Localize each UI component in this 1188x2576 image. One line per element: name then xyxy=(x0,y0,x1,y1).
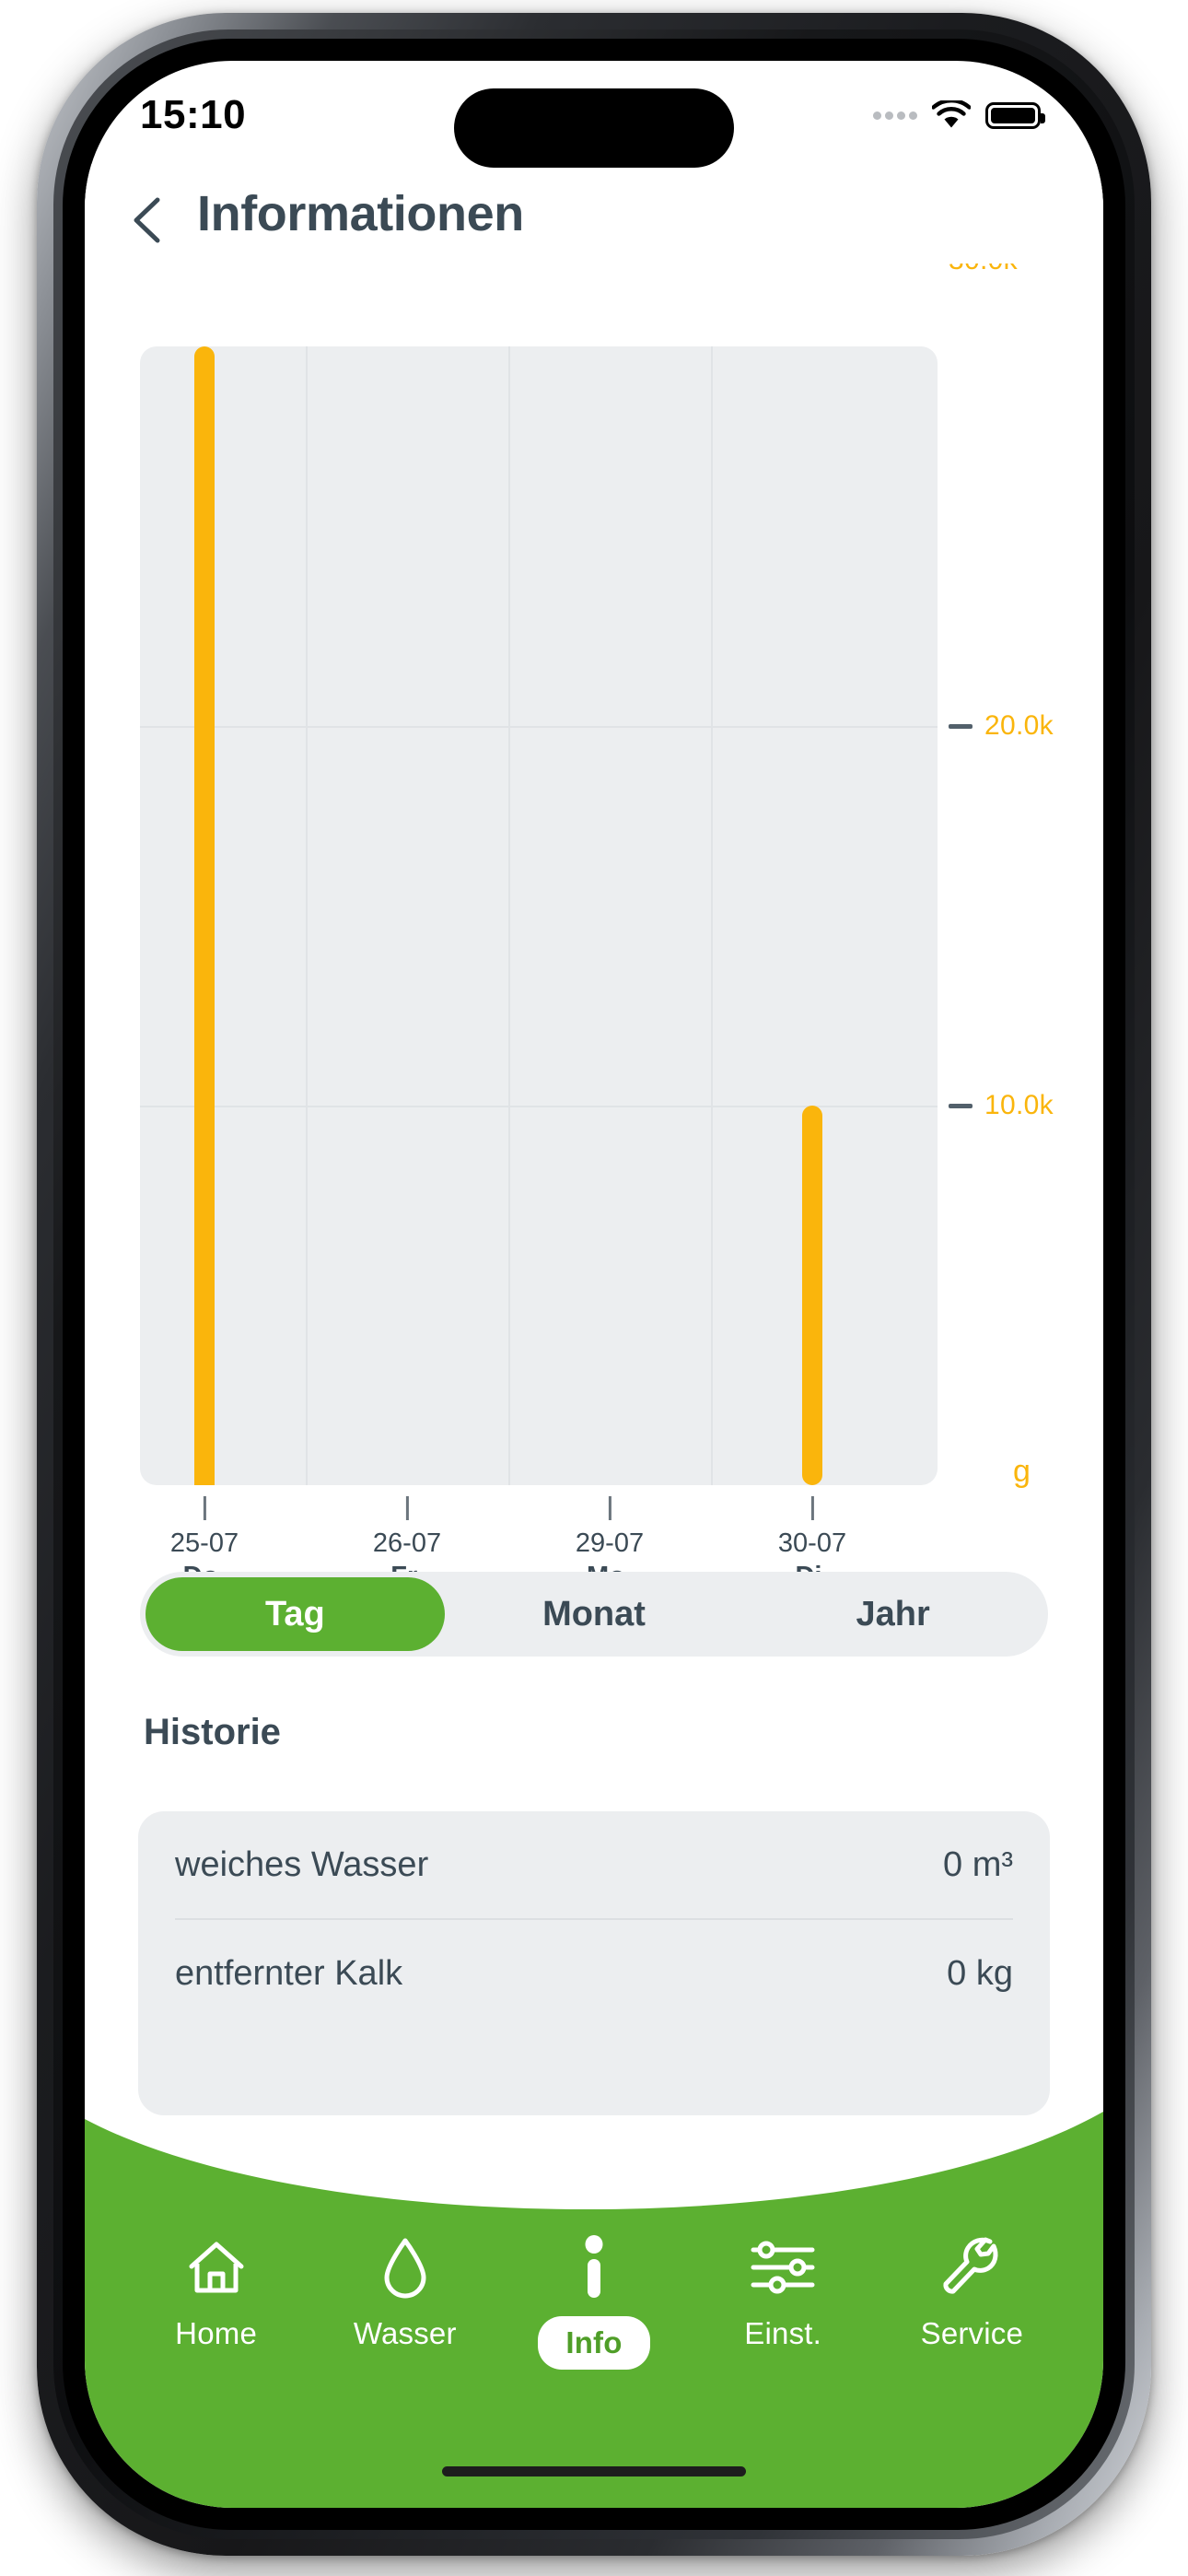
chart-bar xyxy=(194,346,215,1485)
nav-item-service[interactable]: Service xyxy=(889,2211,1054,2351)
tab-jahr[interactable]: Jahr xyxy=(743,1577,1042,1651)
chart-gridline-h xyxy=(140,726,938,728)
list-item-value: 0 m³ xyxy=(943,1844,1013,1884)
chevron-left-icon xyxy=(134,197,160,243)
list-item[interactable]: weiches Wasser 0 m³ xyxy=(175,1811,1013,1918)
phone-frame: 15:10 Informationen 20.0k 10.0k g 25-07 … xyxy=(37,13,1151,2556)
home-icon xyxy=(186,2231,247,2303)
nav-label: Service xyxy=(920,2316,1024,2350)
nav-items: Home Wasser Info Einst. Service xyxy=(85,2211,1103,2441)
chart-xtick-date: 30-07 xyxy=(777,1528,847,1558)
nav-label: Einst. xyxy=(744,2316,822,2350)
tick-mark xyxy=(608,1496,611,1520)
nav-label: Home xyxy=(175,2316,257,2350)
list-item-label: entfernter Kalk xyxy=(175,1953,403,1993)
chart-gridline-v xyxy=(711,346,713,1485)
phone-screen: 15:10 Informationen 20.0k 10.0k g 25-07 … xyxy=(85,61,1103,2508)
info-icon xyxy=(578,2231,610,2303)
chart-unit-label: g xyxy=(1013,1454,1031,1489)
chart-bar xyxy=(802,1106,822,1485)
water-drop-icon xyxy=(380,2231,430,2303)
dynamic-island xyxy=(454,88,734,168)
chart-xtick-date: 26-07 xyxy=(372,1528,442,1558)
chart-ytick-label: 10.0k xyxy=(984,1090,1054,1120)
list-item-label: weiches Wasser xyxy=(175,1844,429,1884)
chart-xtick-date: 29-07 xyxy=(575,1528,645,1558)
tick-dash xyxy=(949,1103,973,1108)
historie-card: weiches Wasser 0 m³ entfernter Kalk 0 kg xyxy=(138,1811,1050,2115)
chart-gridline-v xyxy=(306,346,308,1485)
sliders-icon xyxy=(750,2231,816,2303)
list-item[interactable]: entfernter Kalk 0 kg xyxy=(175,1920,1013,2027)
chart-gridline-v xyxy=(508,346,510,1485)
home-indicator[interactable] xyxy=(442,2466,746,2476)
timerange-segmented-control[interactable]: Tag Monat Jahr xyxy=(140,1572,1048,1657)
nav-item-home[interactable]: Home xyxy=(134,2211,299,2351)
signal-dots-icon xyxy=(873,111,917,120)
tab-tag[interactable]: Tag xyxy=(146,1577,445,1651)
status-time: 15:10 xyxy=(140,92,247,137)
back-button[interactable] xyxy=(129,194,168,243)
tick-mark xyxy=(405,1496,409,1520)
tick-dash xyxy=(949,723,973,729)
chart-ytick-label-top: 30.0k xyxy=(949,262,1018,275)
tick-mark xyxy=(203,1496,206,1520)
historie-heading: Historie xyxy=(144,1712,281,1752)
nav-item-info[interactable]: Info xyxy=(511,2211,677,2370)
battery-icon xyxy=(985,101,1045,129)
wifi-icon xyxy=(931,98,972,130)
chart-ytick-label: 20.0k xyxy=(984,710,1054,741)
wrench-icon xyxy=(942,2231,1001,2303)
usage-bar-chart: 30.0k 20.0k 10.0k g 25-07 Do. 2 xyxy=(85,262,1103,1591)
status-icons xyxy=(873,98,1045,130)
chart-plot-area xyxy=(140,346,938,1485)
page-title: Informationen xyxy=(197,186,524,241)
chart-ytick: 10.0k xyxy=(949,1090,1054,1121)
list-item-value: 0 kg xyxy=(947,1953,1013,1993)
nav-label: Info xyxy=(538,2316,650,2370)
bottom-navigation: Home Wasser Info Einst. Service xyxy=(85,2102,1103,2508)
nav-label: Wasser xyxy=(353,2316,457,2350)
nav-item-wasser[interactable]: Wasser xyxy=(322,2211,488,2351)
nav-item-einstellungen[interactable]: Einst. xyxy=(700,2211,866,2351)
tick-mark xyxy=(810,1496,814,1520)
page-header: Informationen xyxy=(85,164,1103,263)
chart-ytick: 20.0k xyxy=(949,710,1054,742)
chart-xtick-date: 25-07 xyxy=(169,1528,239,1558)
tab-monat[interactable]: Monat xyxy=(445,1577,744,1651)
